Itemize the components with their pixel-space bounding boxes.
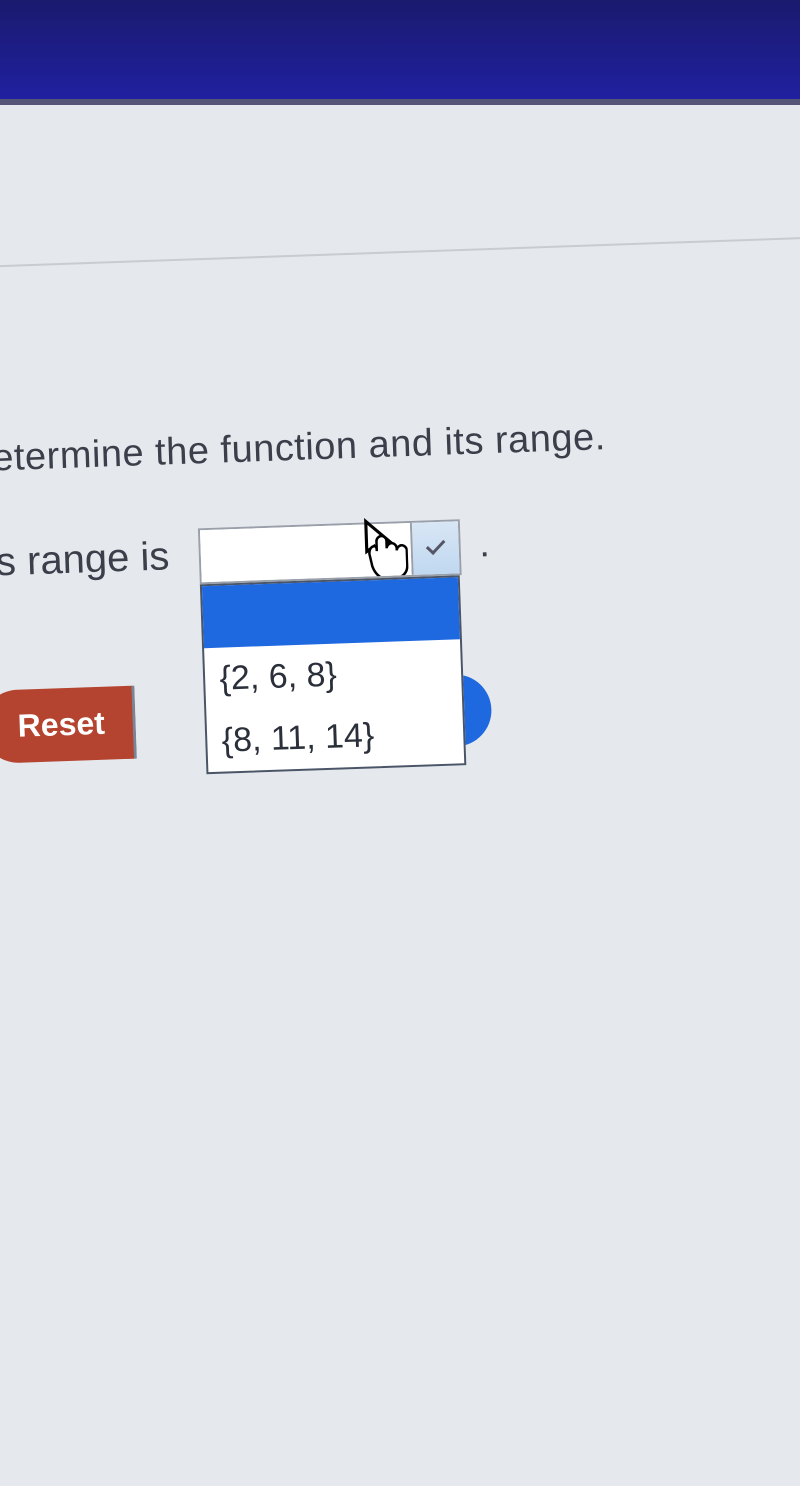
button-row: Reset bbox=[0, 686, 137, 764]
range-dropdown[interactable] bbox=[198, 519, 462, 584]
range-label: s range is bbox=[0, 534, 170, 585]
answer-row: s range is bbox=[0, 507, 800, 592]
dropdown-option-2[interactable]: {8, 11, 14} bbox=[207, 701, 465, 772]
dropdown-container: {2, 6, 8} {8, 11, 14} bbox=[198, 519, 462, 584]
content-area: etermine the function and its range. s r… bbox=[0, 77, 800, 591]
dropdown-toggle-button[interactable] bbox=[410, 521, 460, 575]
dropdown-options-list: {2, 6, 8} {8, 11, 14} bbox=[200, 575, 466, 774]
dropdown-value-area[interactable] bbox=[200, 523, 412, 582]
reset-button[interactable]: Reset bbox=[0, 686, 137, 764]
question-instruction: etermine the function and its range. bbox=[0, 409, 800, 481]
dropdown-option-1[interactable]: {2, 6, 8} bbox=[205, 639, 463, 710]
dropdown-option-blank[interactable] bbox=[202, 577, 460, 648]
divider-line bbox=[0, 235, 800, 268]
sentence-period: . bbox=[478, 523, 490, 566]
chevron-down-icon bbox=[426, 535, 446, 555]
mouse-cursor-icon bbox=[355, 515, 409, 582]
